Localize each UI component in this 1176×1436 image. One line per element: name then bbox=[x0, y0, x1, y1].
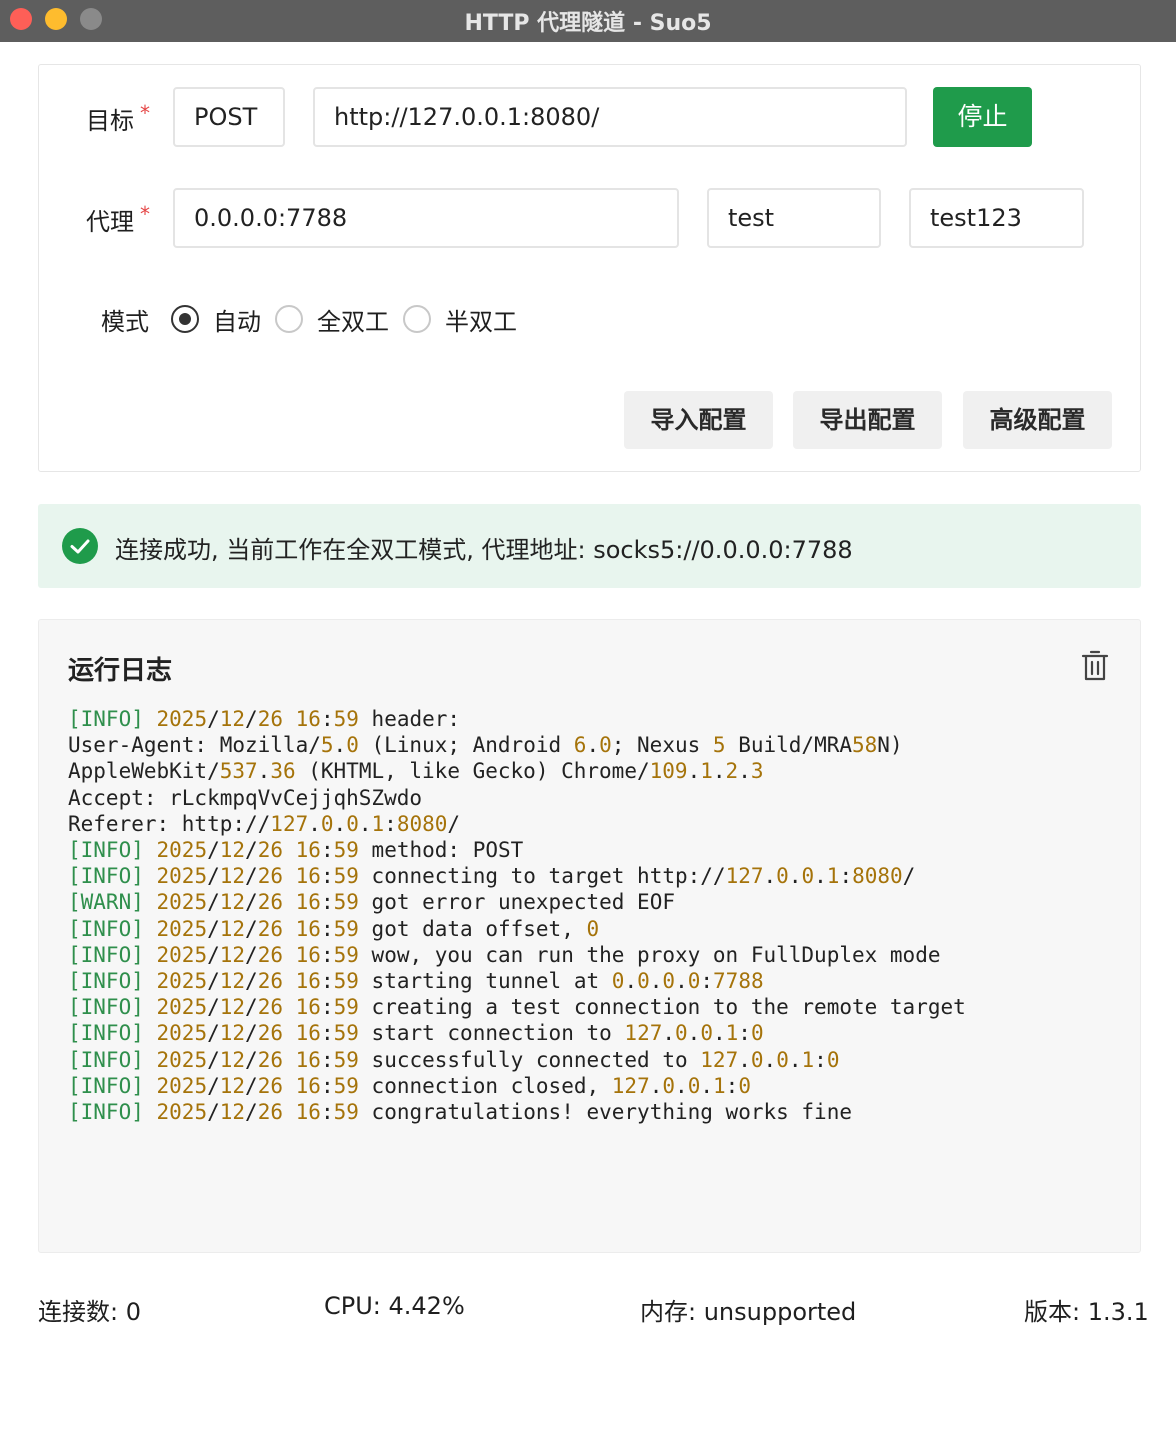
app-version: 版本: 1.3.1 bbox=[1024, 1298, 1149, 1326]
log-line: [INFO] 2025/12/26 16:59 congratulations!… bbox=[68, 1100, 852, 1125]
mode-half-duplex-label[interactable]: 半双工 bbox=[445, 302, 517, 337]
log-line: [INFO] 2025/12/26 16:59 starting tunnel … bbox=[68, 969, 764, 994]
username-input[interactable]: test bbox=[707, 188, 881, 248]
trash-icon[interactable] bbox=[1080, 650, 1110, 682]
proxy-address-input[interactable]: 0.0.0.0:7788 bbox=[173, 188, 679, 248]
log-line: [INFO] 2025/12/26 16:59 got data offset,… bbox=[68, 916, 600, 941]
memory-usage: 内存: unsupported bbox=[640, 1298, 857, 1326]
log-line: Referer: http://127.0.0.1:8080/ bbox=[68, 811, 461, 836]
log-line: [INFO] 2025/12/26 16:59 method: POST bbox=[68, 838, 524, 863]
mode-full-duplex-radio[interactable] bbox=[275, 305, 303, 333]
stop-button[interactable]: 停止 bbox=[933, 87, 1032, 147]
advanced-config-button[interactable]: 高级配置 bbox=[963, 391, 1112, 449]
required-mark: * bbox=[140, 202, 150, 226]
mode-radio-group: 模式 自动 全双工 半双工 bbox=[101, 301, 531, 337]
log-output: [INFO] 2025/12/26 16:59 header: User-Agen… bbox=[68, 706, 966, 1125]
log-line: [INFO] 2025/12/26 16:59 start connection… bbox=[68, 1021, 764, 1046]
connection-count: 连接数: 0 bbox=[38, 1298, 141, 1326]
log-line: [INFO] 2025/12/26 16:59 header: bbox=[68, 707, 461, 731]
log-line: User-Agent: Mozilla/5.0 (Linux; Android … bbox=[68, 733, 903, 758]
log-line: [INFO] 2025/12/26 16:59 connecting to ta… bbox=[68, 864, 916, 889]
log-line: AppleWebKit/537.36 (KHTML, like Gecko) C… bbox=[68, 759, 764, 784]
log-line: [INFO] 2025/12/26 16:59 connection close… bbox=[68, 1073, 751, 1098]
connection-status-banner: 连接成功, 当前工作在全双工模式, 代理地址: socks5://0.0.0.0… bbox=[38, 504, 1141, 588]
method-select[interactable]: POST bbox=[173, 87, 285, 147]
log-line: [INFO] 2025/12/26 16:59 successfully con… bbox=[68, 1047, 840, 1072]
window-title: HTTP 代理隧道 - Suo5 bbox=[464, 11, 712, 36]
mode-auto-radio[interactable] bbox=[171, 305, 199, 333]
required-mark: * bbox=[140, 101, 150, 125]
title-bar: HTTP 代理隧道 - Suo5 bbox=[0, 0, 1176, 42]
log-line: [INFO] 2025/12/26 16:59 wow, you can run… bbox=[68, 942, 941, 967]
connection-status-message: 连接成功, 当前工作在全双工模式, 代理地址: socks5://0.0.0.0… bbox=[115, 536, 853, 564]
log-panel: 运行日志 [INFO] 2025/12/26 16:59 header: User… bbox=[38, 619, 1141, 1253]
target-url-input[interactable]: http://127.0.0.1:8080/ bbox=[313, 87, 907, 147]
log-title: 运行日志 bbox=[68, 656, 173, 686]
password-input[interactable]: test123 bbox=[909, 188, 1084, 248]
mode-half-duplex-radio[interactable] bbox=[403, 305, 431, 333]
import-config-button[interactable]: 导入配置 bbox=[624, 391, 773, 449]
target-label: 目标 * bbox=[86, 101, 150, 135]
mode-auto-label[interactable]: 自动 bbox=[213, 302, 261, 337]
log-line: Accept: rLckmpqVvCejjqhSZwdo bbox=[68, 785, 423, 810]
check-circle-icon bbox=[62, 528, 98, 564]
log-line: [INFO] 2025/12/26 16:59 creating a test … bbox=[68, 995, 966, 1020]
cpu-usage: CPU: 4.42% bbox=[324, 1292, 465, 1320]
config-panel: 目标 * POST http://127.0.0.1:8080/ 停止 代理 * 0… bbox=[38, 64, 1141, 472]
proxy-label: 代理 * bbox=[86, 202, 150, 236]
mode-label: 模式 bbox=[101, 307, 149, 336]
log-line: [WARN] 2025/12/26 16:59 got error unexpe… bbox=[68, 890, 675, 915]
mode-full-duplex-label[interactable]: 全双工 bbox=[317, 302, 389, 337]
export-config-button[interactable]: 导出配置 bbox=[793, 391, 942, 449]
